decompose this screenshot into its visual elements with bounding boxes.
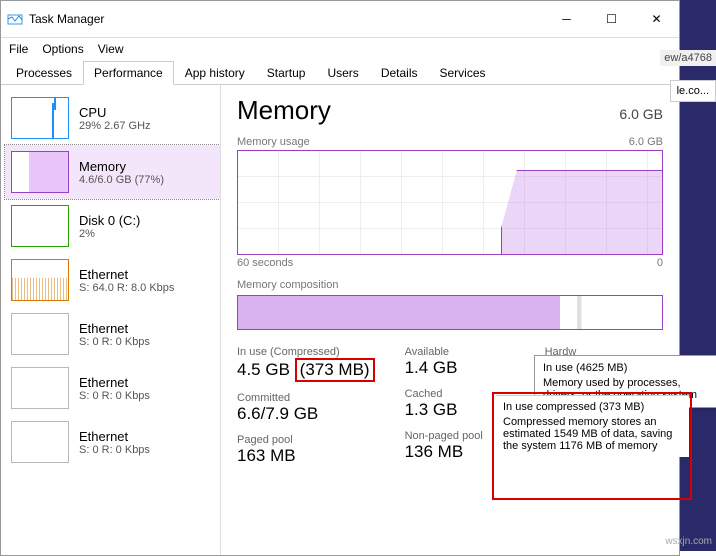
paged-label: Paged pool	[237, 434, 375, 446]
watermark: wsxjn.com	[665, 536, 712, 547]
bg-tab[interactable]: le.co...	[670, 80, 716, 102]
memory-composition-bar[interactable]	[237, 295, 663, 330]
menu-options[interactable]: Options	[42, 40, 83, 58]
sidebar-sub: 29% 2.67 GHz	[79, 120, 151, 132]
menu-view[interactable]: View	[98, 40, 124, 58]
ethernet-thumb-icon	[11, 259, 69, 301]
menubar: File Options View	[1, 38, 679, 60]
maximize-button[interactable]: ☐	[589, 5, 634, 33]
compressed-highlight: (373 MB)	[295, 358, 375, 382]
tab-app-history[interactable]: App history	[174, 61, 256, 85]
annotation-box	[492, 392, 692, 500]
tab-processes[interactable]: Processes	[5, 61, 83, 85]
sidebar-item-cpu[interactable]: CPU 29% 2.67 GHz	[5, 91, 220, 145]
cpu-thumb-icon	[11, 97, 69, 139]
sidebar-sub: S: 0 R: 0 Kbps	[79, 390, 150, 402]
sidebar-sub: S: 64.0 R: 8.0 Kbps	[79, 282, 174, 294]
sidebar-item-disk[interactable]: Disk 0 (C:) 2%	[5, 199, 220, 253]
page-title: Memory	[237, 95, 331, 126]
committed-value: 6.6/7.9 GB	[237, 404, 375, 424]
memory-capacity: 6.0 GB	[619, 106, 663, 122]
tooltip-title: In use (4625 MB)	[543, 362, 715, 374]
inuse-label: In use (Compressed)	[237, 346, 375, 358]
disk-thumb-icon	[11, 205, 69, 247]
sidebar-label: Ethernet	[79, 267, 174, 282]
usage-chart-max: 6.0 GB	[629, 136, 663, 148]
bg-url: ew/a4768	[660, 50, 716, 66]
tab-services[interactable]: Services	[429, 61, 497, 85]
tab-performance[interactable]: Performance	[83, 61, 174, 85]
axis-left: 60 seconds	[237, 257, 293, 269]
window-title: Task Manager	[29, 12, 544, 26]
tab-details[interactable]: Details	[370, 61, 429, 85]
sidebar-label: Ethernet	[79, 429, 150, 444]
sidebar-sub: S: 0 R: 0 Kbps	[79, 336, 150, 348]
sidebar-sub: 4.6/6.0 GB (77%)	[79, 174, 164, 186]
committed-label: Committed	[237, 392, 375, 404]
usage-chart-label: Memory usage	[237, 136, 310, 148]
axis-right: 0	[657, 257, 663, 269]
menu-file[interactable]: File	[9, 40, 28, 58]
memory-thumb-icon	[11, 151, 69, 193]
inuse-value: 4.5 GB (373 MB)	[237, 358, 375, 382]
titlebar[interactable]: Task Manager ─ ☐ ✕	[1, 1, 679, 38]
tab-startup[interactable]: Startup	[256, 61, 317, 85]
memory-usage-chart[interactable]	[237, 150, 663, 255]
close-button[interactable]: ✕	[634, 5, 679, 33]
sidebar-item-ethernet-2[interactable]: Ethernet S: 0 R: 0 Kbps	[5, 307, 220, 361]
paged-value: 163 MB	[237, 446, 375, 466]
available-label: Available	[405, 346, 515, 358]
sidebar-label: Disk 0 (C:)	[79, 213, 140, 228]
memory-usage-fill	[501, 170, 662, 254]
sidebar-label: Memory	[79, 159, 164, 174]
minimize-button[interactable]: ─	[544, 5, 589, 33]
tabs: Processes Performance App history Startu…	[1, 60, 679, 85]
tab-users[interactable]: Users	[316, 61, 369, 85]
sidebar-sub: 2%	[79, 228, 140, 240]
sidebar-item-ethernet-4[interactable]: Ethernet S: 0 R: 0 Kbps	[5, 415, 220, 469]
ethernet-thumb-icon	[11, 421, 69, 463]
composition-label: Memory composition	[237, 279, 338, 291]
sidebar-item-ethernet-3[interactable]: Ethernet S: 0 R: 0 Kbps	[5, 361, 220, 415]
sidebar: CPU 29% 2.67 GHz Memory 4.6/6.0 GB (77%)…	[1, 85, 221, 555]
sidebar-label: Ethernet	[79, 375, 150, 390]
app-icon	[7, 11, 23, 27]
sidebar-sub: S: 0 R: 0 Kbps	[79, 444, 150, 456]
sidebar-item-memory[interactable]: Memory 4.6/6.0 GB (77%)	[5, 145, 220, 199]
sidebar-label: CPU	[79, 105, 151, 120]
ethernet-thumb-icon	[11, 367, 69, 409]
sidebar-item-ethernet-1[interactable]: Ethernet S: 64.0 R: 8.0 Kbps	[5, 253, 220, 307]
sidebar-label: Ethernet	[79, 321, 150, 336]
ethernet-thumb-icon	[11, 313, 69, 355]
available-value: 1.4 GB	[405, 358, 515, 378]
